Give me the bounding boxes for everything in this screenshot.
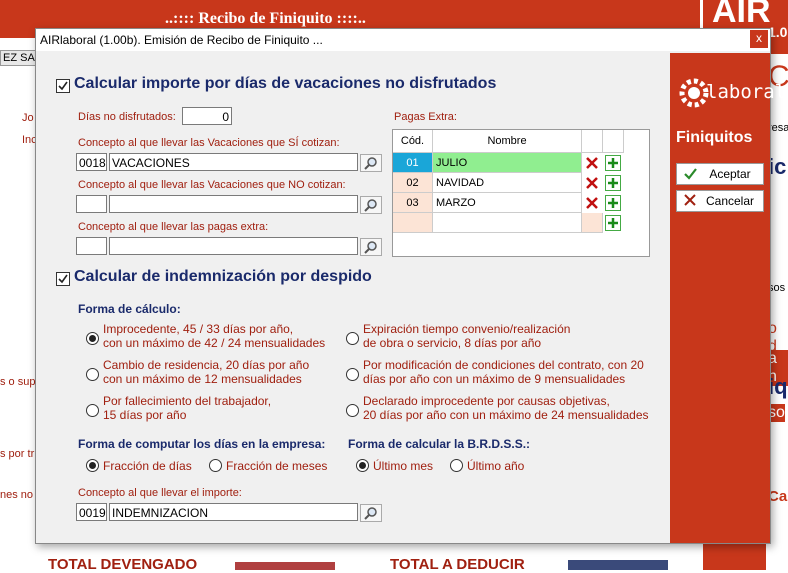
logo-text: laboral [706, 81, 787, 103]
delete-icon[interactable] [584, 155, 600, 171]
option-expiracion-radio[interactable] [346, 332, 359, 345]
table-cell-name[interactable]: MARZO [433, 193, 582, 213]
background-bar [568, 560, 668, 570]
background-bar [235, 562, 335, 570]
background-text: s o sup [0, 376, 36, 388]
cotizan-label: Concepto al que llevar las Vacaciones qu… [78, 137, 340, 149]
sidebar-heading: Finiquitos [676, 129, 753, 146]
table-cell-code[interactable]: 01 [393, 153, 433, 173]
pagas-concepto-label: Concepto al que llevar las pagas extra: [78, 221, 269, 233]
ultimo-mes-label[interactable]: Último mes [373, 459, 433, 473]
search-button[interactable] [360, 154, 382, 172]
check-icon [58, 81, 68, 91]
concepto-name-input[interactable]: INDEMNIZACION [109, 503, 358, 521]
vacaciones-section-label: Calcular importe por días de vacaciones … [74, 75, 497, 92]
forma-calculo-label: Forma de cálculo: [78, 302, 181, 316]
delete-icon[interactable] [584, 195, 600, 211]
concepto-code-input[interactable]: 0019 [76, 503, 107, 521]
finiquitos-sidebar: laboral Finiquitos Aceptar Cancelar [670, 53, 786, 543]
ultimo-anio-radio[interactable] [450, 459, 463, 472]
table-cell-name[interactable]: JULIO [433, 153, 582, 173]
background-total-deducir: TOTAL A DEDUCIR [390, 556, 525, 573]
table-cell-code[interactable] [393, 213, 433, 233]
pagas-name-input[interactable] [109, 237, 358, 255]
indemnizacion-section-label: Calcular de indemnización por despido [74, 268, 372, 285]
ultimo-mes-radio[interactable] [356, 459, 369, 472]
option-expiracion-label[interactable]: Expiración tiempo convenio/realización d… [363, 322, 570, 350]
fraccion-meses-radio[interactable] [209, 459, 222, 472]
table-cell-name[interactable] [433, 213, 582, 233]
laboral-logo: laboral [676, 71, 786, 115]
dialog-titlebar[interactable]: AIRlaboral (1.00b). Emisión de Recibo de… [36, 29, 770, 51]
table-cell-code[interactable]: 02 [393, 173, 433, 193]
background-text: resa [768, 122, 788, 134]
cotizan-code-input[interactable]: 0018 [76, 153, 107, 171]
cancel-button[interactable]: Cancelar [676, 190, 764, 212]
option-objetivas-radio[interactable] [346, 404, 359, 417]
dias-input[interactable]: 0 [182, 107, 232, 125]
background-text: s por tr [0, 448, 35, 460]
pagas-extra-grid: Cód. Nombre 01 JULIO 02 NAVIDAD 03 MARZO [392, 129, 650, 257]
search-icon [364, 157, 377, 170]
option-objetivas-label[interactable]: Declarado improcedente por causas objeti… [363, 394, 649, 422]
add-icon[interactable] [605, 155, 621, 171]
close-icon [684, 194, 696, 206]
checkmark-icon [684, 168, 697, 180]
option-residencia-label[interactable]: Cambio de residencia, 20 días por año co… [103, 358, 309, 386]
indemnizacion-checkbox[interactable] [56, 272, 70, 286]
vacaciones-checkbox[interactable] [56, 79, 70, 93]
no-cotizan-name-input[interactable] [109, 195, 358, 213]
fraccion-meses-label[interactable]: Fracción de meses [226, 459, 327, 473]
accept-button[interactable]: Aceptar [676, 163, 764, 185]
table-cell-code[interactable]: 03 [393, 193, 433, 213]
search-button[interactable] [360, 196, 382, 214]
column-header-code[interactable]: Cód. [393, 130, 433, 153]
brdss-label: Forma de calcular la B.R.D.S.S.: [348, 437, 531, 451]
option-fallecimiento-label[interactable]: Por fallecimiento del trabajador, 15 día… [103, 394, 271, 422]
column-header-action [603, 130, 624, 153]
ultimo-anio-label[interactable]: Último año [467, 459, 524, 473]
table-cell-empty [582, 213, 603, 233]
search-button[interactable] [360, 504, 382, 522]
option-residencia-radio[interactable] [86, 368, 99, 381]
table-cell-name[interactable]: NAVIDAD [433, 173, 582, 193]
concepto-importe-label: Concepto al que llevar el importe: [78, 487, 242, 499]
background-total-devengado: TOTAL DEVENGADO [48, 556, 198, 573]
dialog-title: AIRlaboral (1.00b). Emisión de Recibo de… [40, 33, 323, 47]
search-button[interactable] [360, 238, 382, 256]
cotizan-name-input[interactable]: VACACIONES [109, 153, 358, 171]
search-icon [364, 241, 377, 254]
pagas-code-input[interactable] [76, 237, 107, 255]
check-icon [58, 274, 68, 284]
add-icon[interactable] [605, 175, 621, 191]
fraccion-dias-label[interactable]: Fracción de días [103, 459, 192, 473]
finiquito-dialog: AIRlaboral (1.00b). Emisión de Recibo de… [35, 28, 786, 544]
option-modificacion-label[interactable]: Por modificación de condiciones del cont… [363, 358, 644, 386]
pagas-extra-label: Pagas Extra: [394, 111, 457, 123]
option-improcedente-radio[interactable] [86, 332, 99, 345]
option-improcedente-label[interactable]: Improcedente, 45 / 33 días por año, con … [103, 322, 325, 350]
add-icon[interactable] [605, 215, 621, 231]
delete-icon[interactable] [584, 175, 600, 191]
no-cotizan-label: Concepto al que llevar las Vacaciones qu… [78, 179, 346, 191]
cancel-label: Cancelar [705, 194, 755, 208]
column-header-action [582, 130, 603, 153]
column-header-name[interactable]: Nombre [433, 130, 582, 153]
option-modificacion-radio[interactable] [346, 368, 359, 381]
background-text: Jo [22, 112, 34, 124]
background-text: 1.00 [768, 24, 788, 40]
dias-label: Días no disfrutados: [78, 111, 176, 123]
fraccion-dias-radio[interactable] [86, 459, 99, 472]
search-icon [364, 199, 377, 212]
search-icon [364, 507, 377, 520]
accept-label: Aceptar [709, 167, 751, 181]
close-button[interactable]: x [750, 30, 768, 48]
computar-label: Forma de computar los días en la empresa… [78, 437, 326, 451]
background-title: ..:::: Recibo de Finiquito ::::.. [165, 10, 366, 27]
option-fallecimiento-radio[interactable] [86, 404, 99, 417]
no-cotizan-code-input[interactable] [76, 195, 107, 213]
add-icon[interactable] [605, 195, 621, 211]
